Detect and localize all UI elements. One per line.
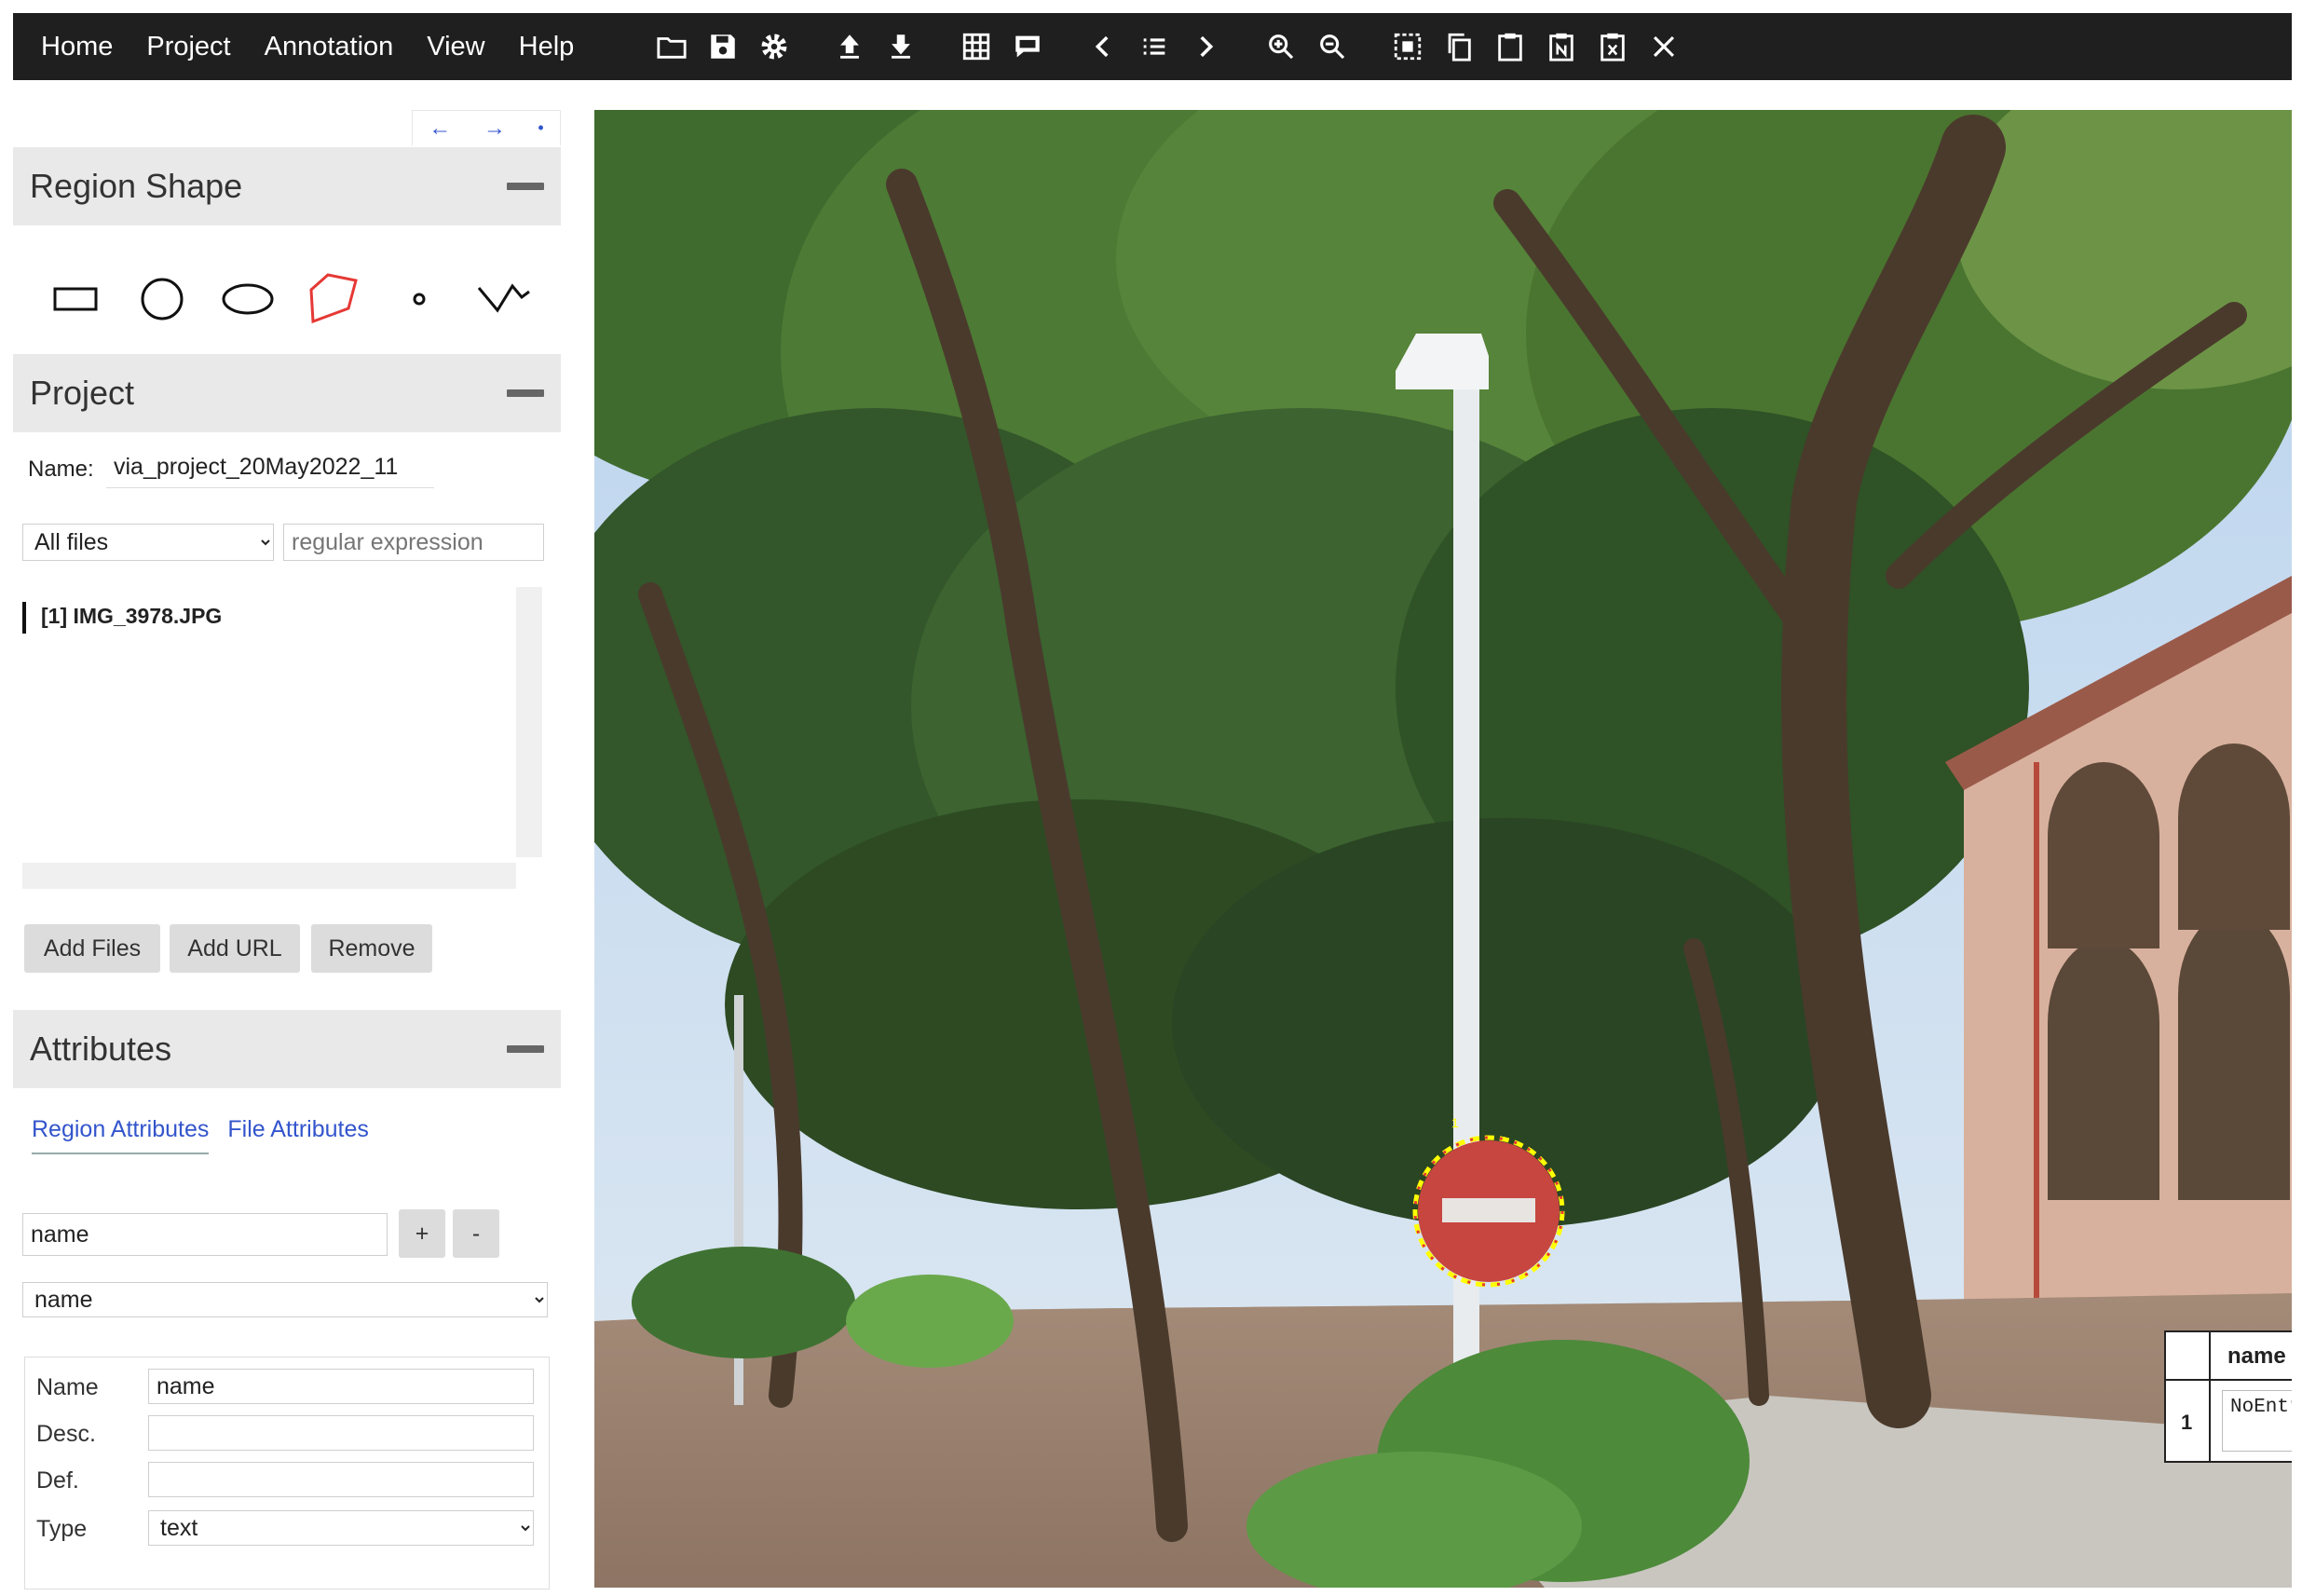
menu-home[interactable]: Home — [41, 32, 113, 62]
attribute-desc-label: Desc. — [36, 1421, 96, 1447]
grid-view-icon[interactable] — [955, 25, 998, 68]
ellipse-shape-icon[interactable] — [205, 266, 291, 332]
remove-attribute-button[interactable]: - — [453, 1209, 499, 1258]
polyline-shape-icon[interactable] — [462, 266, 548, 332]
attribute-desc-row: Desc. — [25, 1412, 551, 1456]
attributes-header[interactable]: Attributes — [13, 1010, 561, 1088]
menu-help[interactable]: Help — [519, 32, 575, 62]
project-title: Project — [30, 374, 135, 412]
annotation-header: name — [2227, 1344, 2286, 1369]
panel-resize-controls: ← → • — [412, 110, 561, 145]
close-icon[interactable] — [1642, 25, 1685, 68]
region-annotation-editor: name 1 NoEntry ◢ — [2164, 1330, 2292, 1463]
region-shape-title: Region Shape — [30, 167, 243, 205]
file-list: [1] IMG_3978.JPG — [22, 587, 544, 894]
region-shape-list — [34, 257, 555, 341]
settings-icon[interactable] — [753, 25, 796, 68]
current-file-marker — [22, 602, 26, 634]
tab-file-attributes[interactable]: File Attributes — [227, 1116, 368, 1154]
circle-shape-icon[interactable] — [119, 266, 205, 332]
annotation-value-textarea[interactable]: NoEntry ◢ — [2222, 1390, 2292, 1452]
attribute-def-label: Def. — [36, 1467, 79, 1494]
select-all-icon[interactable] — [1386, 25, 1429, 68]
annotation-row-index: 1 — [2181, 1411, 2193, 1434]
upload-icon[interactable] — [828, 25, 871, 68]
menu-annotation[interactable]: Annotation — [265, 32, 394, 62]
top-menu-bar: Home Project Annotation View Help — [13, 13, 2292, 80]
tab-region-attributes[interactable]: Region Attributes — [32, 1116, 210, 1154]
paste-n-icon[interactable] — [1540, 25, 1583, 68]
main-menu: Home Project Annotation View Help — [41, 32, 607, 62]
add-url-button[interactable]: Add URL — [170, 924, 300, 973]
menu-view[interactable]: View — [427, 32, 484, 62]
add-files-button[interactable]: Add Files — [24, 924, 160, 973]
collapse-icon[interactable] — [507, 1045, 544, 1053]
attribute-def-input[interactable] — [148, 1462, 534, 1497]
new-attribute-input[interactable] — [22, 1213, 388, 1256]
next-icon[interactable] — [1184, 25, 1227, 68]
zoom-in-icon[interactable] — [1260, 25, 1302, 68]
attribute-name-row: Name — [25, 1365, 551, 1410]
save-icon[interactable] — [701, 25, 744, 68]
comment-icon[interactable] — [1006, 25, 1049, 68]
rectangle-shape-icon[interactable] — [34, 266, 119, 332]
paste-icon[interactable] — [1489, 25, 1532, 68]
collapse-icon[interactable] — [507, 389, 544, 397]
attribute-select[interactable]: name — [22, 1282, 548, 1317]
attribute-desc-input[interactable] — [148, 1415, 534, 1451]
annotation-index-column — [2166, 1332, 2211, 1461]
list-icon[interactable] — [1133, 25, 1176, 68]
project-name-label: Name: — [28, 457, 94, 482]
download-icon[interactable] — [879, 25, 922, 68]
file-list-vertical-scrollbar[interactable] — [516, 587, 542, 857]
region-shape-header[interactable]: Region Shape — [13, 147, 561, 225]
regex-filter-input[interactable] — [283, 524, 544, 561]
reset-panel-button[interactable]: • — [538, 118, 543, 138]
delete-region-icon[interactable] — [1591, 25, 1634, 68]
menu-project[interactable]: Project — [146, 32, 230, 62]
remove-file-button[interactable]: Remove — [311, 924, 432, 973]
point-shape-icon[interactable] — [376, 266, 462, 332]
attributes-title: Attributes — [30, 1030, 172, 1068]
shrink-panel-button[interactable]: ← — [429, 116, 451, 142]
polygon-shape-icon[interactable] — [291, 266, 376, 332]
attribute-type-row: Type text — [25, 1507, 551, 1551]
image-canvas[interactable]: 1 name 1 NoEntry ◢ — [594, 110, 2292, 1588]
collapse-icon[interactable] — [507, 183, 544, 190]
annotated-image: 1 — [594, 110, 2292, 1588]
annotation-header-divider — [2166, 1379, 2292, 1381]
annotation-value-text: NoEntry — [2230, 1397, 2292, 1418]
add-attribute-button[interactable]: + — [399, 1209, 445, 1258]
attribute-def-row: Def. — [25, 1458, 551, 1503]
attribute-type-label: Type — [36, 1516, 88, 1542]
project-name-input[interactable] — [106, 447, 434, 488]
expand-panel-button[interactable]: → — [484, 116, 506, 142]
file-list-item[interactable]: [1] IMG_3978.JPG — [41, 604, 222, 629]
toolbar — [650, 25, 1694, 68]
folder-open-icon[interactable] — [650, 25, 693, 68]
file-list-horizontal-scrollbar[interactable] — [22, 863, 516, 889]
file-filter-select[interactable]: All files — [22, 524, 274, 561]
via-annotator-app: Home Project Annotation View Help ← → • … — [0, 0, 2302, 1596]
copy-icon[interactable] — [1437, 25, 1480, 68]
attribute-properties: Name Desc. Def. Type text — [24, 1357, 550, 1589]
svg-text:1: 1 — [1451, 1115, 1459, 1130]
attributes-tabs: Region Attributes File Attributes — [32, 1116, 369, 1154]
left-sidebar: ← → • Region Shape Project Name: All fil… — [13, 110, 561, 1591]
attribute-name-input[interactable] — [148, 1369, 534, 1404]
zoom-out-icon[interactable] — [1311, 25, 1354, 68]
attribute-type-select[interactable]: text — [148, 1510, 534, 1546]
previous-icon[interactable] — [1082, 25, 1124, 68]
attribute-name-label: Name — [36, 1374, 99, 1400]
project-header[interactable]: Project — [13, 354, 561, 432]
